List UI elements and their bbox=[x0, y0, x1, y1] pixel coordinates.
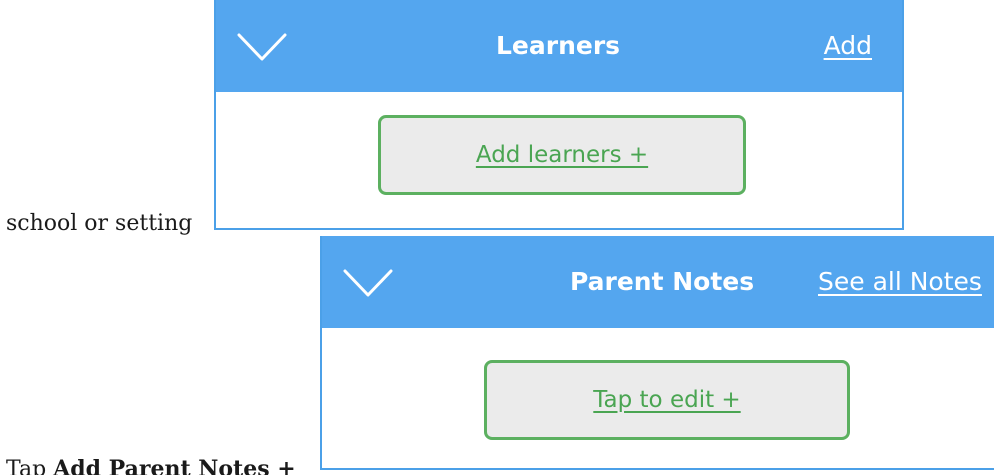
parent-notes-panel: Parent Notes See all Notes Tap to edit + bbox=[320, 236, 994, 470]
panel-title: Learners bbox=[496, 31, 621, 60]
body-text: school or setting bbox=[6, 211, 193, 236]
add-link[interactable]: Add bbox=[824, 0, 872, 92]
learners-panel: Learners Add Add learners + bbox=[214, 0, 904, 230]
chevron-down-icon[interactable] bbox=[342, 266, 394, 300]
tap-to-edit-label: Tap to edit + bbox=[593, 387, 741, 413]
learners-panel-header: Learners Add bbox=[216, 0, 902, 92]
body-text-line: school or setting bbox=[6, 211, 192, 236]
tap-to-edit-button[interactable]: Tap to edit + bbox=[484, 360, 850, 440]
see-all-notes-link[interactable]: See all Notes bbox=[818, 236, 982, 328]
panel-title: Parent Notes bbox=[570, 267, 755, 296]
body-text-prefix: Tap bbox=[6, 457, 54, 475]
chevron-down-icon[interactable] bbox=[236, 30, 288, 64]
parent-notes-panel-header: Parent Notes See all Notes bbox=[322, 236, 994, 328]
body-text-line: Tap Add Parent Notes + bbox=[6, 456, 296, 475]
add-learners-button[interactable]: Add learners + bbox=[378, 115, 746, 195]
body-text-bold: Add Parent Notes + bbox=[53, 456, 296, 475]
add-learners-label: Add learners + bbox=[475, 142, 649, 168]
